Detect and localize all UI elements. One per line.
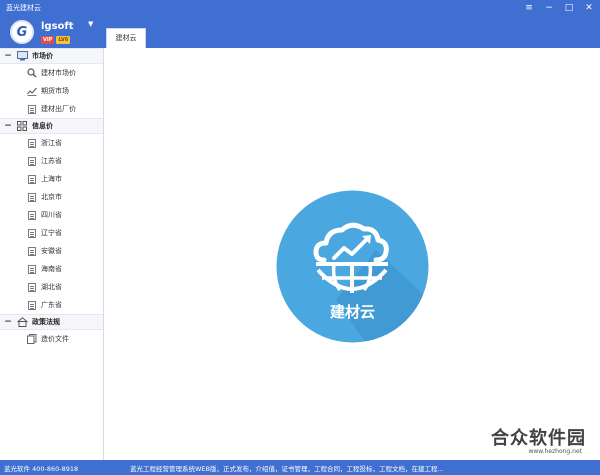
sidebar-item-label: 海南省 [41,265,62,273]
document-icon [27,192,37,202]
document-icon [27,228,37,238]
sidebar-item-label: 浙江省 [41,139,62,147]
app-logo: G [10,20,34,44]
cloud-globe-icon: 建材云 [276,190,429,343]
watermark-url: www.hezhong.net [528,448,582,455]
sidebar-item-label: 安徽省 [41,247,62,255]
sidebar-item-anhui[interactable]: 安徽省 [0,242,103,260]
sidebar-item-factory-price[interactable]: 建材出厂价 [0,100,103,118]
grid-icon [16,121,28,131]
news-ticker[interactable]: 蓝光工程经营管理系统WEB版，正式发布，介绍值，证书管理，工程合同，工程投标，工… [130,463,444,473]
sidebar-item-label: 北京市 [41,193,62,201]
close-icon[interactable]: ✕ [582,1,596,15]
sidebar-item-guangdong[interactable]: 广东省 [0,296,103,314]
sidebar-item-label: 建材市场价 [41,69,76,77]
sidebar-item-label: 湖北省 [41,283,62,291]
sidebar-item-sichuan[interactable]: 四川省 [0,206,103,224]
title-bar: 蓝光建材云 ≡ − □ ✕ [0,0,600,16]
hamburger-icon[interactable]: ≡ [522,1,536,15]
document-icon [27,138,37,148]
sidebar-item-label: 造价文件 [41,335,69,343]
vip-badge: VIP [41,36,55,44]
files-icon [27,334,37,344]
user-dropdown-icon[interactable]: ▼ [88,20,93,28]
main-content: 建材云 [105,48,600,460]
collapse-icon[interactable]: − [0,121,16,131]
sidebar-item-shanghai[interactable]: 上海市 [0,170,103,188]
document-icon [27,282,37,292]
watermark-text: 合众软件园 [491,428,586,449]
user-panel: G lgsoft VIP LV6 ▼ [0,16,104,48]
sidebar-item-label: 辽宁省 [41,229,62,237]
contact-info: 蓝光软件 400-860-8918 [4,465,79,473]
username: lgsoft [41,21,74,32]
group-label: 市场价 [32,52,53,60]
window-title: 蓝光建材云 [6,4,41,12]
header: G lgsoft VIP LV6 ▼ 建材云 [0,16,600,48]
sidebar-item-label: 广东省 [41,301,62,309]
minimize-icon[interactable]: − [542,1,556,15]
sidebar-item-label: 建材出厂价 [41,105,76,113]
group-label: 政策法规 [32,318,60,326]
home-icon [16,317,28,327]
sidebar-item-jiangsu[interactable]: 江苏省 [0,152,103,170]
collapse-icon[interactable]: − [0,317,16,327]
document-icon [27,246,37,256]
document-icon [27,264,37,274]
sidebar-item-material-market-price[interactable]: 建材市场价 [0,64,103,82]
sidebar-item-zhejiang[interactable]: 浙江省 [0,134,103,152]
sidebar-item-hubei[interactable]: 湖北省 [0,278,103,296]
monitor-icon [16,51,28,61]
search-icon [27,68,37,78]
sidebar: − 市场价 建材市场价 期货市场 建材出厂价 − 信息价 浙江省 江苏省 上海市… [0,48,104,460]
group-info-price[interactable]: − 信息价 [0,118,103,134]
group-policy-regulations[interactable]: − 政策法规 [0,314,103,330]
document-icon [27,210,37,220]
watermark: 合众软件园 www.hezhong.net [446,424,586,464]
document-icon [27,156,37,166]
emblem-label: 建材云 [330,303,375,321]
user-badges: VIP LV6 [41,36,71,44]
sidebar-item-hainan[interactable]: 海南省 [0,260,103,278]
sidebar-item-futures-market[interactable]: 期货市场 [0,82,103,100]
sidebar-item-label: 期货市场 [41,87,69,95]
sidebar-item-beijing[interactable]: 北京市 [0,188,103,206]
tab-jiancaiyun[interactable]: 建材云 [106,28,146,48]
group-label: 信息价 [32,122,53,130]
sidebar-item-label: 四川省 [41,211,62,219]
tab-bar: 建材云 [104,16,600,48]
document-icon [27,174,37,184]
chart-line-icon [27,86,37,96]
document-icon [27,300,37,310]
document-icon [27,104,37,114]
group-market-price[interactable]: − 市场价 [0,48,103,64]
maximize-icon[interactable]: □ [562,1,576,15]
sidebar-item-cost-documents[interactable]: 造价文件 [0,330,103,348]
collapse-icon[interactable]: − [0,51,16,61]
sidebar-item-label: 江苏省 [41,157,62,165]
window-controls: ≡ − □ ✕ [522,1,596,15]
sidebar-item-label: 上海市 [41,175,62,183]
status-bar: 蓝光软件 400-860-8918 蓝光工程经营管理系统WEB版，正式发布，介绍… [0,460,600,475]
level-badge: LV6 [56,36,71,44]
sidebar-item-liaoning[interactable]: 辽宁省 [0,224,103,242]
